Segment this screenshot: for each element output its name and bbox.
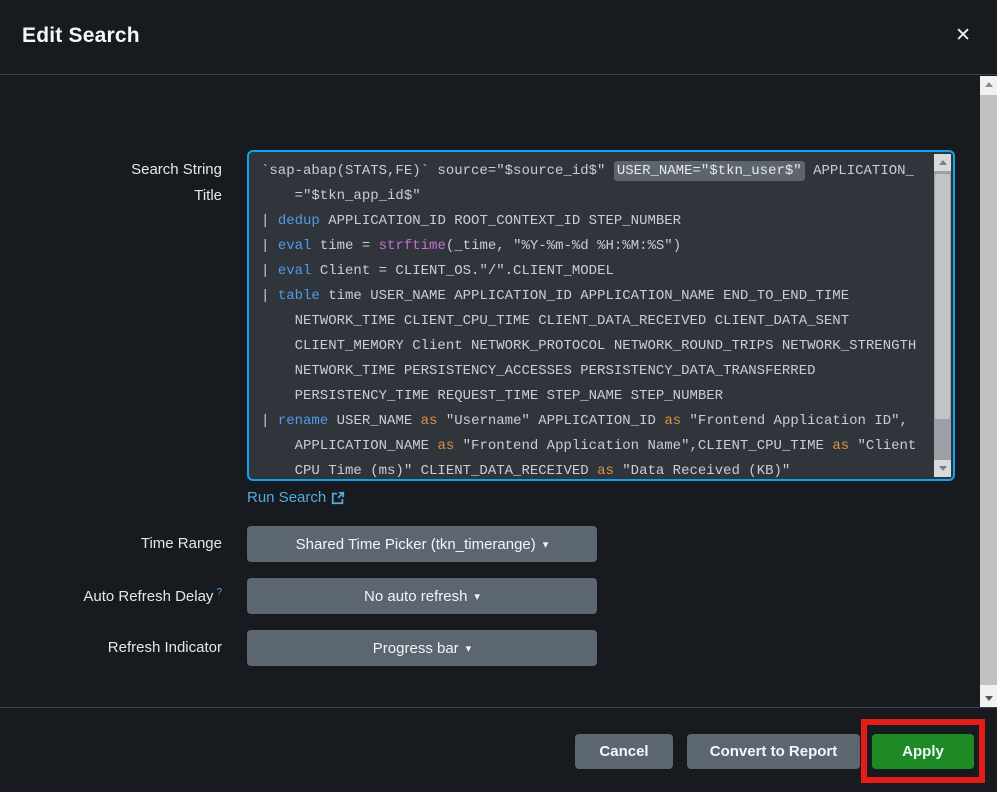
run-search-label: Run Search <box>247 489 326 506</box>
editor-scrollbar[interactable] <box>934 154 951 477</box>
dialog-body: Title Statistics record Search String `s… <box>0 76 980 706</box>
search-string-editor[interactable]: `sap-abap(STATS,FE)` source="$source_id$… <box>247 150 955 481</box>
title-label: Title <box>0 187 222 204</box>
editor-scroll-up-icon[interactable] <box>934 154 951 171</box>
dialog-header: Edit Search ✕ <box>0 0 997 75</box>
edit-search-dialog: Edit Search ✕ Title Statistics record Se… <box>0 0 997 792</box>
dialog-scrollbar-thumb[interactable] <box>980 95 997 685</box>
convert-to-report-button[interactable]: Convert to Report <box>687 734 860 769</box>
external-link-icon <box>331 491 345 505</box>
time-range-dropdown[interactable]: Shared Time Picker (tkn_timerange) ▾ <box>247 526 597 562</box>
dialog-footer: Cancel Convert to Report Apply <box>0 707 997 792</box>
editor-scroll-down-icon[interactable] <box>934 460 951 477</box>
help-icon[interactable]: ? <box>216 587 222 598</box>
search-string-label: Search String <box>0 161 222 178</box>
run-search-link[interactable]: Run Search <box>247 489 345 506</box>
chevron-down-icon: ▾ <box>543 538 549 551</box>
refresh-indicator-dropdown[interactable]: Progress bar ▾ <box>247 630 597 666</box>
dialog-scrollbar[interactable] <box>980 76 997 707</box>
cancel-button[interactable]: Cancel <box>575 734 673 769</box>
auto-refresh-delay-value: No auto refresh <box>364 588 467 605</box>
chevron-down-icon: ▾ <box>466 642 472 655</box>
refresh-indicator-label: Refresh Indicator <box>0 639 222 656</box>
auto-refresh-delay-dropdown[interactable]: No auto refresh ▾ <box>247 578 597 614</box>
apply-annotation-highlight: Apply <box>861 719 985 783</box>
time-range-label: Time Range <box>0 535 222 552</box>
close-icon[interactable]: ✕ <box>955 26 971 45</box>
editor-scrollbar-thumb[interactable] <box>935 174 950 419</box>
dialog-scroll-down-icon[interactable] <box>980 690 997 707</box>
code-content: `sap-abap(STATS,FE)` source="$source_id$… <box>261 159 929 479</box>
dialog-scroll-up-icon[interactable] <box>980 76 997 93</box>
apply-button[interactable]: Apply <box>872 734 974 769</box>
refresh-indicator-value: Progress bar <box>373 640 459 657</box>
time-range-value: Shared Time Picker (tkn_timerange) <box>296 536 536 553</box>
chevron-down-icon: ▾ <box>474 590 480 603</box>
dialog-title: Edit Search <box>22 24 140 48</box>
auto-refresh-delay-label: Auto Refresh Delay? <box>0 587 222 605</box>
